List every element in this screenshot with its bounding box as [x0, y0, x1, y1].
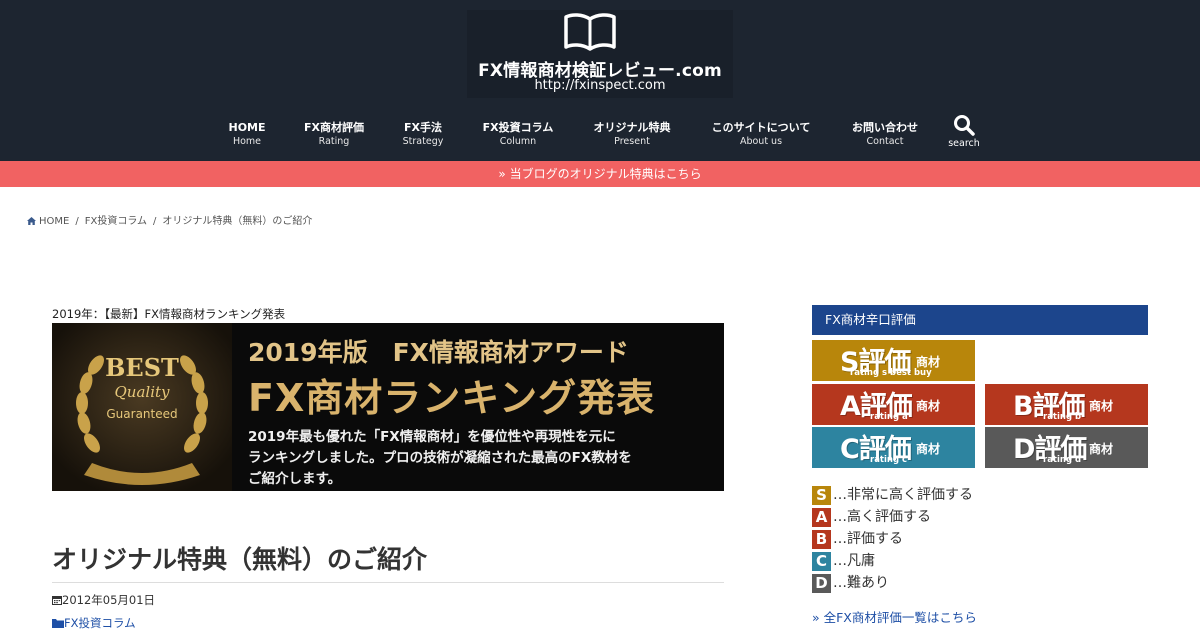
nav-sublabel: Strategy [402, 136, 444, 147]
legend-text: …高く評価する [833, 509, 931, 525]
breadcrumb: HOME / FX投資コラム / オリジナル特典（無料）のご紹介 [27, 212, 312, 227]
nav-sublabel: Contact [866, 136, 904, 147]
rating-suffix: 商材 [1089, 442, 1114, 456]
banner-desc-line: ランキングしました。プロの技術が凝縮された最高のFX教材を [248, 450, 632, 466]
banner-headline: FX商材ランキング発表 [248, 376, 656, 420]
nav-sublabel: Home [232, 136, 262, 147]
breadcrumb-home[interactable]: HOME [39, 216, 69, 227]
legend-badge: D [812, 574, 831, 593]
nav-sublabel: About us [739, 136, 783, 147]
breadcrumb-current: オリジナル特典（無料）のご紹介 [162, 216, 313, 227]
calendar-icon [52, 596, 62, 605]
site-header: FX情報商材検証レビュー.com http://fxinspect.com HO… [0, 0, 1200, 161]
best-quality-badge: BEST Quality Guaranteed [52, 323, 232, 491]
nav-sublabel: Present [614, 136, 650, 147]
title-divider [52, 582, 724, 583]
folder-icon [52, 619, 64, 628]
badge-best-text: BEST [105, 353, 179, 382]
breadcrumb-category[interactable]: FX投資コラム [85, 216, 147, 227]
legend-badge: A [812, 508, 831, 527]
rating-sublabel: rating s best buy [850, 368, 932, 378]
legend-text: …非常に高く評価する [833, 487, 973, 503]
post-category-link[interactable]: FX投資コラム [52, 615, 136, 631]
banner-description: 2019年最も優れた「FX情報商材」を優位性や再現性を元に ランキングしました。… [248, 427, 632, 490]
nav-label: このサイトについて [711, 121, 811, 134]
rating-s-button[interactable]: S評価 商材 rating s best buy [812, 340, 975, 381]
all-ratings-link[interactable]: » 全FX商材評価一覧はこちら [812, 607, 977, 626]
nav-sublabel: Column [499, 136, 537, 147]
nav-label: FX投資コラム [482, 121, 554, 134]
nav-column[interactable]: FX投資コラム Column [481, 120, 555, 148]
rating-a-button[interactable]: A評価 商材 rating a [812, 384, 975, 425]
nav-sublabel: Rating [318, 136, 350, 147]
nav-about[interactable]: このサイトについて About us [710, 120, 812, 148]
rating-sublabel: rating a [870, 412, 908, 422]
rating-sublabel: rating c [870, 455, 908, 465]
post-category-text: FX投資コラム [64, 616, 136, 630]
ranking-banner[interactable]: BEST Quality Guaranteed 2019年版 FX情報商材アワー… [52, 323, 724, 491]
rating-suffix: 商材 [1089, 399, 1114, 413]
banner-caption-link[interactable]: 2019年：【最新】FX情報商材ランキング発表 [52, 306, 285, 322]
badge-guaranteed-text: Guaranteed [106, 407, 178, 421]
breadcrumb-separator: / [153, 216, 157, 227]
home-icon [27, 217, 36, 225]
legend-badge: B [812, 530, 831, 549]
nav-strategy[interactable]: FX手法 Strategy [400, 120, 446, 148]
search-button[interactable]: search [942, 110, 986, 156]
nav-rating[interactable]: FX商材評価 Rating [302, 120, 366, 148]
nav-label: FX商材評価 [304, 121, 364, 134]
search-label: search [948, 138, 980, 149]
badge-quality-text: Quality [114, 383, 170, 401]
breadcrumb-separator: / [75, 216, 79, 227]
book-icon [564, 13, 616, 51]
legend-text: …評価する [833, 531, 903, 547]
notice-bar-link[interactable]: » 当ブログのオリジナル特典はこちら [0, 161, 1200, 187]
rating-suffix: 商材 [916, 442, 941, 456]
nav-contact[interactable]: お問い合わせ Contact [849, 120, 921, 148]
site-url: http://fxinspect.com [534, 78, 666, 93]
site-logo[interactable]: FX情報商材検証レビュー.com http://fxinspect.com [467, 10, 733, 98]
nav-label: FX手法 [404, 121, 442, 134]
page-title: オリジナル特典（無料）のご紹介 [52, 545, 428, 574]
search-icon [954, 115, 975, 136]
banner-title: 2019年版 FX情報商材アワード [248, 338, 629, 367]
banner-desc-line: 2019年最も優れた「FX情報商材」を優位性や再現性を元に [248, 429, 616, 445]
nav-label: HOME [228, 121, 266, 134]
nav-present[interactable]: オリジナル特典 Present [592, 120, 672, 148]
banner-desc-line: ご紹介します。 [248, 471, 342, 487]
rating-d-button[interactable]: D評価 商材 rating d [985, 427, 1148, 468]
legend-text: …凡庸 [833, 553, 875, 569]
widget-title: FX商材辛口評価 [812, 305, 1148, 335]
nav-label: オリジナル特典 [593, 121, 671, 134]
nav-home[interactable]: HOME Home [228, 120, 266, 148]
rating-sublabel: rating d [1043, 455, 1082, 465]
legend-text: …難あり [833, 575, 889, 591]
legend-badge: S [812, 486, 831, 505]
post-date-text: 2012年05月01日 [62, 593, 156, 607]
nav-label: お問い合わせ [852, 121, 918, 134]
rating-b-button[interactable]: B評価 商材 rating b [985, 384, 1148, 425]
rating-suffix: 商材 [916, 399, 941, 413]
post-date: 2012年05月01日 [52, 592, 155, 608]
rating-sublabel: rating b [1043, 412, 1082, 422]
rating-c-button[interactable]: C評価 商材 rating c [812, 427, 975, 468]
legend-badge: C [812, 552, 831, 571]
